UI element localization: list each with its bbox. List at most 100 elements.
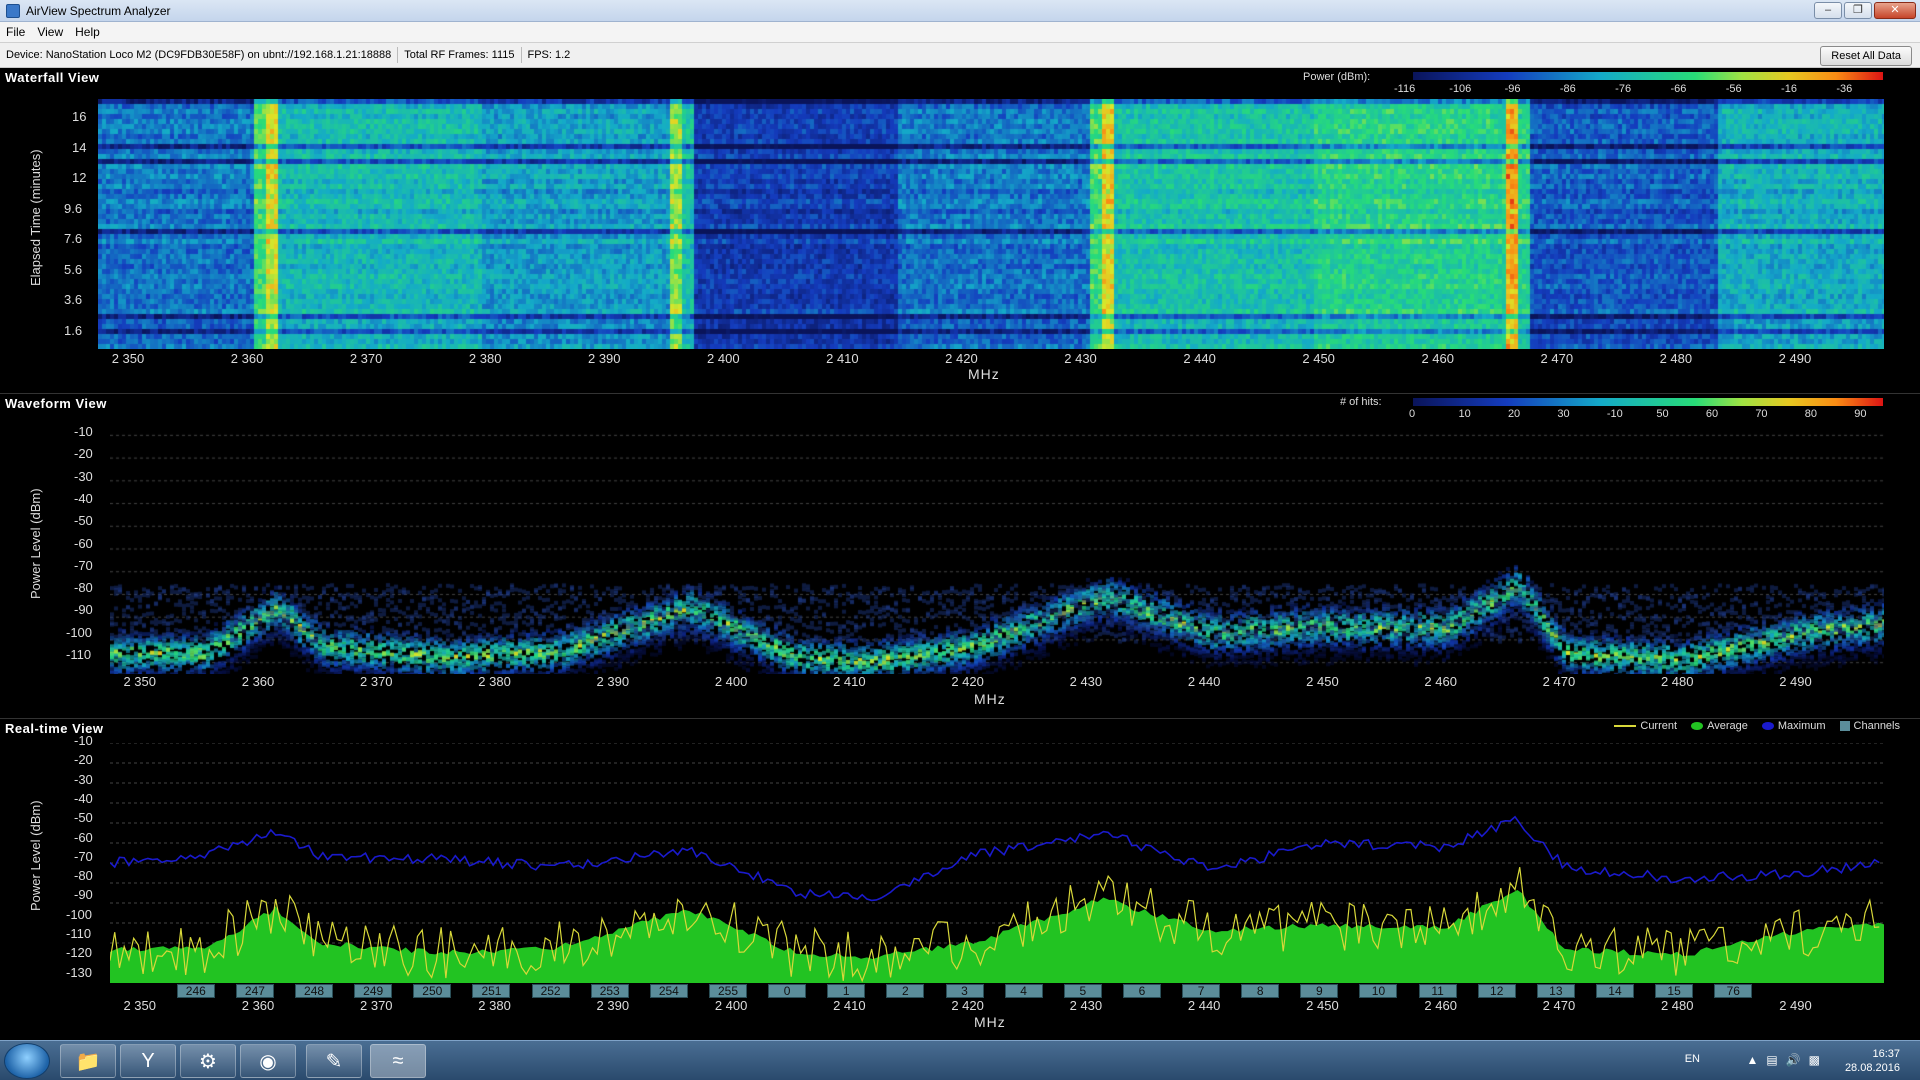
realtime-chart[interactable] bbox=[110, 743, 1884, 983]
waterfall-y-label: Elapsed Time (minutes) bbox=[28, 149, 43, 286]
x-tick-label: 2 370 bbox=[349, 351, 383, 366]
channel-marker[interactable]: 246 bbox=[176, 984, 215, 998]
clock[interactable]: 16:37 28.08.2016 bbox=[1845, 1047, 1900, 1075]
menu-file[interactable]: File bbox=[0, 25, 31, 39]
channel-marker[interactable]: 7 bbox=[1182, 984, 1221, 998]
channel-marker[interactable]: 250 bbox=[413, 984, 452, 998]
legend-current[interactable]: Current bbox=[1614, 720, 1677, 732]
reset-all-data-button[interactable]: Reset All Data bbox=[1820, 46, 1912, 66]
channel-marker[interactable]: 253 bbox=[590, 984, 629, 998]
realtime-y-label: Power Level (dBm) bbox=[28, 800, 43, 911]
channel-marker[interactable]: 4 bbox=[1004, 984, 1043, 998]
device-info: Device: NanoStation Loco M2 (DC9FDB30E58… bbox=[0, 47, 399, 63]
channel-marker[interactable]: 249 bbox=[354, 984, 393, 998]
channel-marker[interactable]: 2 bbox=[886, 984, 925, 998]
waveform-y-tick: -90 bbox=[74, 602, 93, 618]
paint-icon[interactable]: ✎ bbox=[306, 1044, 362, 1078]
realtime-y-tick: -30 bbox=[74, 771, 93, 787]
legend-average[interactable]: Average bbox=[1691, 720, 1748, 732]
channel-marker[interactable]: 76 bbox=[1714, 984, 1753, 998]
colorbar-tick: 60 bbox=[1705, 408, 1719, 420]
start-button[interactable] bbox=[4, 1043, 50, 1079]
colorbar-tick: -16 bbox=[1781, 83, 1797, 95]
yandex-browser-icon[interactable]: Y bbox=[120, 1044, 176, 1078]
colorbar-tick: -56 bbox=[1725, 83, 1742, 95]
tray-icons: ▲ ▤ 🔊 ▩ bbox=[1746, 1053, 1820, 1067]
menu-help[interactable]: Help bbox=[69, 25, 106, 39]
hits-legend-label: # of hits: bbox=[1340, 396, 1382, 408]
channel-marker[interactable]: 14 bbox=[1595, 984, 1634, 998]
channel-marker[interactable]: 254 bbox=[649, 984, 688, 998]
tray-arrow-icon[interactable]: ▲ bbox=[1746, 1053, 1758, 1067]
x-tick-label: 2 370 bbox=[360, 998, 393, 1013]
legend-current-swatch bbox=[1614, 725, 1637, 727]
x-tick-label: 2 480 bbox=[1660, 674, 1694, 689]
network-icon[interactable]: ▤ bbox=[1766, 1053, 1777, 1067]
channel-marker[interactable]: 1 bbox=[827, 984, 866, 998]
x-tick-label: 2 460 bbox=[1424, 674, 1457, 689]
x-tick-label: 2 490 bbox=[1778, 351, 1812, 366]
channel-marker[interactable]: 8 bbox=[1241, 984, 1280, 998]
channel-marker[interactable]: 6 bbox=[1122, 984, 1161, 998]
volume-icon[interactable]: 🔊 bbox=[1786, 1053, 1801, 1067]
x-tick-label: 2 450 bbox=[1302, 351, 1335, 366]
channel-marker[interactable]: 0 bbox=[768, 984, 807, 998]
x-tick-label: 2 470 bbox=[1542, 998, 1576, 1013]
minimize-button[interactable]: – bbox=[1814, 2, 1842, 19]
settings-app-icon[interactable]: ⚙ bbox=[180, 1044, 236, 1078]
waveform-y-tick: -10 bbox=[74, 424, 93, 439]
channel-marker[interactable]: 248 bbox=[295, 984, 334, 998]
waterfall-y-tick: 3.6 bbox=[64, 292, 83, 307]
channel-marker[interactable]: 251 bbox=[472, 984, 511, 998]
power-legend-label: Power (dBm): bbox=[1303, 71, 1371, 83]
explorer-icon[interactable]: 📁 bbox=[60, 1044, 116, 1078]
x-tick-label: 2 360 bbox=[241, 674, 275, 689]
colorbar-tick: 80 bbox=[1804, 408, 1818, 420]
channel-marker[interactable]: 9 bbox=[1300, 984, 1339, 998]
frames-count: Total RF Frames: 1115 bbox=[398, 47, 522, 63]
language-indicator[interactable]: EN bbox=[1685, 1053, 1700, 1065]
realtime-y-tick: -100 bbox=[66, 906, 93, 922]
app-icon bbox=[6, 3, 20, 18]
waveform-panel: Waveform View # of hits: 0 10 20 30 -10 50 60 7… bbox=[0, 393, 1920, 718]
power-colorbar bbox=[1413, 72, 1883, 80]
realtime-y-tick: -130 bbox=[66, 964, 93, 980]
firefox-icon[interactable]: ◉ bbox=[240, 1044, 296, 1078]
channel-marker[interactable]: 13 bbox=[1536, 984, 1575, 998]
x-tick-label: 2 460 bbox=[1421, 351, 1454, 366]
channel-marker[interactable]: 15 bbox=[1655, 984, 1694, 998]
channel-marker[interactable]: 247 bbox=[235, 984, 274, 998]
colorbar-tick: -76 bbox=[1615, 83, 1632, 95]
maximize-button[interactable]: ❐ bbox=[1844, 2, 1872, 19]
waterfall-panel: Waterfall View Power (dBm): -116 -106 -96 -… bbox=[0, 68, 1920, 393]
realtime-legend: Current Average Maximum Channels bbox=[1614, 720, 1900, 732]
channel-marker[interactable]: 3 bbox=[945, 984, 984, 998]
waterfall-heatmap[interactable] bbox=[98, 99, 1884, 349]
x-tick-label: 2 480 bbox=[1659, 351, 1693, 366]
channel-marker[interactable]: 10 bbox=[1359, 984, 1398, 998]
menu-view[interactable]: View bbox=[31, 25, 69, 39]
waveform-y-label: Power Level (dBm) bbox=[28, 488, 43, 599]
legend-channels-label: Channels bbox=[1853, 720, 1900, 732]
realtime-y-tick: -80 bbox=[74, 868, 93, 884]
channel-marker[interactable]: 255 bbox=[708, 984, 747, 998]
waveform-heatmap[interactable] bbox=[110, 424, 1884, 674]
channel-marker[interactable]: 5 bbox=[1063, 984, 1102, 998]
legend-maximum-swatch bbox=[1761, 722, 1774, 730]
realtime-y-tick: -60 bbox=[74, 829, 93, 845]
x-tick-label: 2 430 bbox=[1069, 674, 1103, 689]
waterfall-title: Waterfall View bbox=[5, 70, 100, 85]
signal-icon[interactable]: ▩ bbox=[1809, 1053, 1820, 1067]
legend-maximum[interactable]: Maximum bbox=[1761, 720, 1826, 732]
airview-taskbar-icon[interactable]: ≈ bbox=[370, 1044, 426, 1078]
menu-bar: File View Help bbox=[0, 22, 1920, 42]
legend-channels[interactable]: Channels bbox=[1839, 720, 1900, 732]
colorbar-tick: -106 bbox=[1449, 83, 1472, 95]
channel-marker[interactable]: 11 bbox=[1418, 984, 1457, 998]
channel-marker[interactable]: 252 bbox=[531, 984, 570, 998]
x-tick-label: 2 440 bbox=[1183, 351, 1216, 366]
channel-marker[interactable]: 12 bbox=[1477, 984, 1516, 998]
close-button[interactable]: ✕ bbox=[1874, 2, 1916, 19]
x-tick-label: 2 470 bbox=[1542, 674, 1576, 689]
waveform-x-label: MHz bbox=[974, 691, 1006, 707]
